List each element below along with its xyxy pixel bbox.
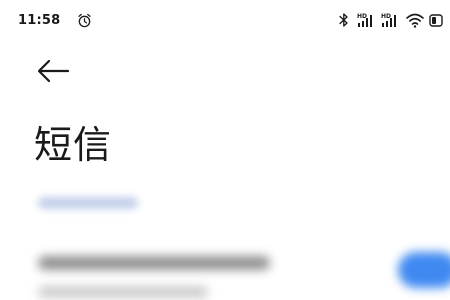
arrow-left-icon [37, 59, 70, 83]
setting-item-summary-blurred [38, 286, 208, 298]
setting-toggle-blurred[interactable] [398, 252, 450, 288]
hd-signal-icon: HD [381, 13, 396, 27]
wifi-icon [406, 13, 424, 28]
status-time: 11:58 [18, 13, 61, 28]
alarm-icon [78, 13, 91, 28]
section-caption-blurred [38, 197, 138, 209]
back-button[interactable] [34, 55, 74, 87]
svg-text:HD: HD [381, 13, 391, 20]
status-bar: 11:58 HD HD [0, 0, 450, 40]
page-title: 短信 [34, 123, 113, 167]
setting-item-label-blurred[interactable] [38, 256, 270, 270]
status-icons: HD HD [330, 12, 450, 30]
battery-icon [429, 14, 443, 27]
bluetooth-icon [339, 13, 348, 27]
hd-signal-icon: HD [357, 13, 372, 27]
svg-text:HD: HD [357, 13, 367, 20]
sms-settings-screen: 11:58 HD HD 短信 [0, 0, 450, 300]
